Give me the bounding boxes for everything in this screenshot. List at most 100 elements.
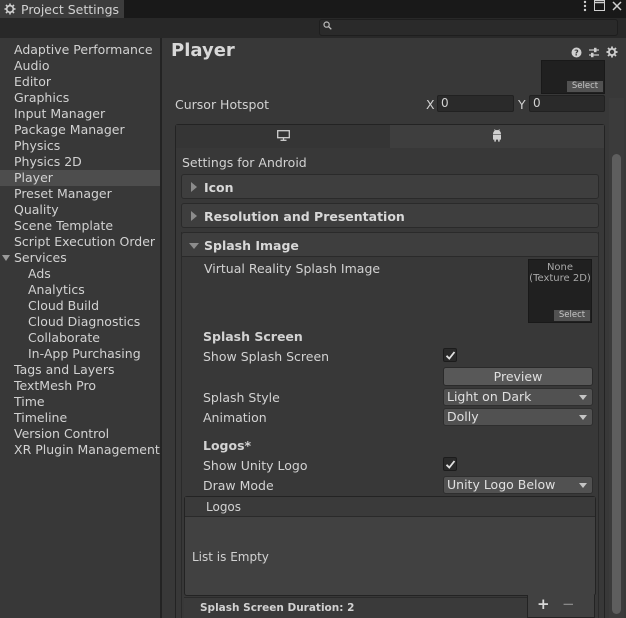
sidebar-item[interactable]: TextMesh Pro (0, 378, 160, 394)
vr-splash-texture-field[interactable]: None (Texture 2D) Select (528, 259, 592, 323)
cursor-texture-field[interactable]: Select (541, 60, 605, 94)
sidebar-item[interactable]: Player (0, 170, 160, 186)
splash-screen-heading: Splash Screen (203, 329, 303, 344)
sidebar-item[interactable]: Services (0, 250, 160, 266)
hotspot-x-label: X (426, 97, 435, 112)
tab-standalone[interactable] (176, 125, 390, 148)
sidebar-item[interactable]: In-App Purchasing (0, 346, 160, 362)
help-icon[interactable]: ? (570, 46, 582, 58)
page-title: Player (171, 40, 235, 61)
sidebar-item-label: Version Control (14, 426, 110, 441)
draw-mode-label: Draw Mode (203, 478, 274, 493)
animation-value: Dolly (447, 409, 479, 424)
vr-texture-select-button[interactable]: Select (554, 310, 590, 321)
settings-sidebar: Adaptive Performance Audio Editor Graphics I… (0, 38, 160, 618)
sidebar-item-label: Time (14, 394, 45, 409)
search-input[interactable] (319, 19, 618, 36)
settings-gear-icon[interactable] (606, 46, 618, 58)
close-icon[interactable] (612, 0, 622, 14)
cursor-texture-select-button[interactable]: Select (567, 81, 603, 92)
list-empty-text: List is Empty (192, 550, 269, 564)
more-options-icon[interactable] (583, 0, 587, 15)
sidebar-item-label: Audio (14, 58, 50, 73)
scrollbar-thumb[interactable] (612, 154, 621, 614)
sidebar-item-label: Collaborate (28, 330, 100, 345)
animation-label: Animation (203, 410, 267, 425)
sidebar-item-label: Adaptive Performance (14, 42, 153, 57)
sidebar-item-label: Editor (14, 74, 51, 89)
splash-style-dropdown[interactable]: Light on Dark (443, 388, 593, 406)
presets-icon[interactable] (588, 46, 600, 58)
sidebar-item[interactable]: XR Plugin Management (0, 442, 160, 458)
sidebar-item[interactable]: Cloud Diagnostics (0, 314, 160, 330)
search-icon (323, 21, 332, 33)
sidebar-item-label: Package Manager (14, 122, 125, 137)
hotspot-y-field[interactable]: 0 (529, 95, 605, 112)
sidebar-item[interactable]: Analytics (0, 282, 160, 298)
splash-duration-bar: Splash Screen Duration: 2 (184, 597, 527, 618)
sidebar-item[interactable]: Script Execution Order (0, 234, 160, 250)
checkmark-icon (445, 351, 456, 360)
logos-list-title: Logos (206, 500, 242, 514)
splash-duration-label: Splash Screen Duration: 2 (200, 602, 355, 614)
show-splash-checkbox[interactable] (443, 348, 457, 362)
sidebar-item[interactable]: Physics (0, 138, 160, 154)
expand-arrow-icon (191, 182, 197, 192)
foldout-label: Icon (204, 180, 234, 195)
tab-android[interactable] (390, 125, 604, 148)
show-unity-logo-checkbox[interactable] (443, 457, 457, 471)
sidebar-item-label: XR Plugin Management (14, 442, 160, 457)
chevron-down-icon (579, 415, 587, 420)
sidebar-item[interactable]: Graphics (0, 90, 160, 106)
svg-text:?: ? (574, 48, 579, 57)
animation-dropdown[interactable]: Dolly (443, 408, 593, 426)
vertical-scrollbar[interactable] (609, 98, 624, 618)
preview-button[interactable]: Preview (443, 367, 593, 386)
sidebar-item-label: Preset Manager (14, 186, 112, 201)
sidebar-item[interactable]: Audio (0, 58, 160, 74)
resolution-foldout[interactable]: Resolution and Presentation (181, 203, 599, 228)
sidebar-item[interactable]: Timeline (0, 410, 160, 426)
sidebar-item[interactable]: Cloud Build (0, 298, 160, 314)
sidebar-item[interactable]: Editor (0, 74, 160, 90)
sidebar-item[interactable]: Tags and Layers (0, 362, 160, 378)
logos-list[interactable]: Logos List is Empty (184, 496, 596, 596)
add-icon[interactable]: + (537, 595, 550, 613)
vr-texture-type-text: (Texture 2D) (529, 273, 591, 284)
search-row (0, 18, 626, 38)
sidebar-item[interactable]: Physics 2D (0, 154, 160, 170)
sidebar-item-label: Graphics (14, 90, 70, 105)
sidebar-item-label: In-App Purchasing (28, 346, 141, 361)
tab-title: Project Settings (21, 1, 120, 17)
android-icon (491, 128, 503, 145)
sidebar-item[interactable]: Ads (0, 266, 160, 282)
expand-arrow-icon (191, 211, 197, 221)
sidebar-item-label: Input Manager (14, 106, 106, 121)
sidebar-item-label: TextMesh Pro (14, 378, 96, 393)
project-settings-tab[interactable]: Project Settings (0, 0, 124, 18)
sidebar-item[interactable]: Quality (0, 202, 160, 218)
platform-tabs (175, 124, 605, 148)
sidebar-item[interactable]: Version Control (0, 426, 160, 442)
list-add-remove: + − (527, 595, 595, 618)
remove-icon[interactable]: − (562, 595, 575, 613)
sidebar-item-label: Scene Template (14, 218, 114, 233)
checkmark-icon (445, 460, 456, 469)
maximize-icon[interactable] (594, 0, 605, 14)
sidebar-item[interactable]: Package Manager (0, 122, 160, 138)
sidebar-item[interactable]: Time (0, 394, 160, 410)
chevron-down-icon (579, 395, 587, 400)
sidebar-item-label: Cloud Build (28, 298, 100, 313)
icon-foldout[interactable]: Icon (181, 174, 599, 199)
hotspot-x-field[interactable]: 0 (437, 95, 514, 112)
sidebar-item[interactable]: Adaptive Performance (0, 42, 160, 58)
sidebar-item[interactable]: Preset Manager (0, 186, 160, 202)
sidebar-item[interactable]: Input Manager (0, 106, 160, 122)
sidebar-item-label: Physics 2D (14, 154, 82, 169)
expand-arrow-icon[interactable] (2, 255, 10, 261)
sidebar-item[interactable]: Scene Template (0, 218, 160, 234)
draw-mode-value: Unity Logo Below (447, 477, 556, 492)
sidebar-item[interactable]: Collaborate (0, 330, 160, 346)
sidebar-item-label: Ads (28, 266, 51, 281)
draw-mode-dropdown[interactable]: Unity Logo Below (443, 476, 593, 494)
